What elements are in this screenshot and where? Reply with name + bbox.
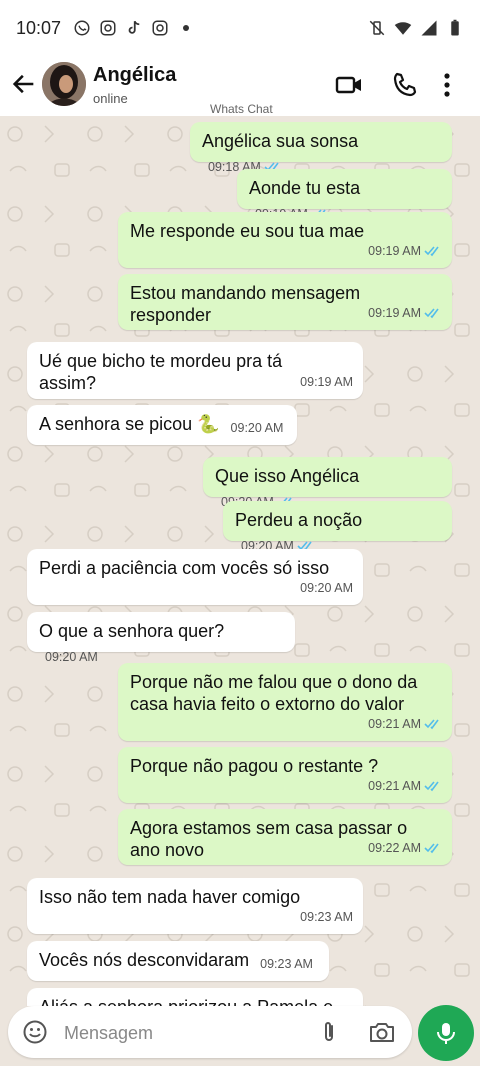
more-notifications-dot xyxy=(183,25,190,31)
message-text: A senhora se picou 🐍 xyxy=(39,414,220,434)
message-bubble-incoming[interactable]: Vocês nós desconvidaram 09:23 AM xyxy=(27,941,329,981)
message-bubble-incoming[interactable]: Ué que bicho te mordeu pra tá assim? 09:… xyxy=(27,342,363,399)
message-text: Vocês nós desconvidaram xyxy=(39,950,250,970)
wifi-icon xyxy=(394,22,412,35)
message-text: Angélica sua sonsa xyxy=(202,131,359,151)
message-meta: 09:21 AM xyxy=(368,775,442,797)
message-time: 09:20 AM xyxy=(230,421,284,435)
message-text: Ué que bicho te mordeu pra tá assim? xyxy=(39,351,283,393)
message-time: 09:20 AM xyxy=(45,650,98,664)
system-icons xyxy=(368,19,464,37)
emoji-icon[interactable] xyxy=(22,1019,48,1045)
message-meta: 09:21 AM xyxy=(368,713,442,735)
message-meta: 09:19 AM xyxy=(368,302,442,324)
message-bubble-incoming[interactable]: A senhora se picou 🐍 09:20 AM xyxy=(27,405,297,445)
contact-name[interactable]: Angélica xyxy=(93,64,176,87)
message-text: Perdeu a noção xyxy=(235,510,363,530)
more-options-icon[interactable] xyxy=(434,70,464,100)
back-arrow-icon[interactable] xyxy=(10,70,38,98)
message-time: 09:22 AM xyxy=(368,841,421,855)
message-time: 09:21 AM xyxy=(368,779,421,793)
message-time: 09:21 AM xyxy=(368,717,421,731)
read-receipt-icon xyxy=(424,246,439,257)
chat-messages[interactable]: Angélica sua sonsa 09:18 AM Aonde tu est… xyxy=(0,116,480,1006)
message-text: O que a senhora quer? xyxy=(39,621,225,641)
message-bubble-outgoing[interactable]: Angélica sua sonsa 09:18 AM xyxy=(190,122,452,174)
message-time: 09:20 AM xyxy=(300,581,353,595)
message-composer xyxy=(8,1006,412,1058)
avatar[interactable] xyxy=(42,62,86,106)
instagram-icon xyxy=(152,20,168,36)
message-time: 09:23 AM xyxy=(300,910,353,924)
message-bubble-outgoing[interactable]: Perdeu a noção 09:20 AM xyxy=(223,501,452,553)
message-input[interactable] xyxy=(62,1016,306,1050)
message-bubble-incoming[interactable]: Perdi a paciência com vocês só isso 09:2… xyxy=(27,549,363,605)
message-meta: 09:19 AM xyxy=(368,240,442,262)
message-bubble-outgoing[interactable]: Aonde tu esta 09:19 AM xyxy=(237,169,452,221)
vibrate-off-icon xyxy=(369,20,385,36)
message-bubble-incoming[interactable]: Isso não tem nada haver comigo 09:23 AM xyxy=(27,878,363,934)
signal-icon xyxy=(421,20,437,36)
paperclip-icon[interactable] xyxy=(316,1019,342,1045)
notification-icons xyxy=(73,19,190,37)
message-meta: 09:19 AM xyxy=(300,371,353,393)
message-meta: 09:20 AM xyxy=(45,646,98,668)
read-receipt-icon xyxy=(424,843,439,854)
tiktok-icon xyxy=(128,20,140,34)
message-time: 09:19 AM xyxy=(300,375,353,389)
whatsapp-icon xyxy=(74,20,90,36)
message-text: Que isso Angélica xyxy=(215,466,360,486)
message-bubble-incoming[interactable]: O que a senhora quer? 09:20 AM xyxy=(27,612,295,664)
message-text: Porque não pagou o restante ? xyxy=(130,756,379,776)
avatar-image xyxy=(42,62,86,106)
battery-icon xyxy=(451,19,459,36)
instagram-icon xyxy=(100,20,116,36)
status-bar: 10:07 xyxy=(0,0,480,56)
message-bubble-outgoing[interactable]: Me responde eu sou tua mae 09:19 AM xyxy=(118,212,452,268)
phone-call-icon[interactable] xyxy=(390,70,420,100)
message-bubble-outgoing[interactable]: Estou mandando mensagem responder 09:19 … xyxy=(118,274,452,330)
message-text: Aliás a senhora priorizou a Pamela e xyxy=(39,996,351,1006)
message-bubble-outgoing[interactable]: Que isso Angélica 09:20 AM xyxy=(203,457,452,509)
read-receipt-icon xyxy=(424,781,439,792)
voice-message-button[interactable] xyxy=(418,1005,474,1061)
message-bubble-outgoing[interactable]: Porque não pagou o restante ? 09:21 AM xyxy=(118,747,452,803)
read-receipt-icon xyxy=(424,308,439,319)
message-meta: 09:22 AM xyxy=(368,837,442,859)
read-receipt-icon xyxy=(424,719,439,730)
message-time: 09:19 AM xyxy=(368,306,421,320)
message-bubble-incoming[interactable]: Aliás a senhora priorizou a Pamela e xyxy=(27,988,363,1006)
message-text: Porque não me falou que o dono da casa h… xyxy=(130,672,418,714)
camera-icon[interactable] xyxy=(368,1019,396,1045)
app-watermark: Whats Chat xyxy=(210,102,273,116)
message-meta: 09:20 AM xyxy=(231,417,284,439)
message-meta: 09:23 AM xyxy=(260,953,313,975)
message-text: Isso não tem nada haver comigo xyxy=(39,887,301,907)
message-text: Estou mandando mensagem responder xyxy=(130,283,361,325)
message-text: Aonde tu esta xyxy=(249,178,361,198)
message-time: 09:19 AM xyxy=(368,244,421,258)
message-text: Perdi a paciência com vocês só isso xyxy=(39,558,330,578)
message-bubble-outgoing[interactable]: Porque não me falou que o dono da casa h… xyxy=(118,663,452,741)
message-meta: 09:20 AM xyxy=(300,577,353,599)
message-meta: 09:23 AM xyxy=(300,906,353,928)
message-time: 09:23 AM xyxy=(260,957,313,971)
video-call-icon[interactable] xyxy=(334,70,364,100)
contact-status: online xyxy=(93,91,128,106)
microphone-icon xyxy=(437,1023,455,1044)
message-text: Me responde eu sou tua mae xyxy=(130,221,365,241)
chat-header: Angélica online Whats Chat xyxy=(0,56,480,116)
message-bubble-outgoing[interactable]: Agora estamos sem casa passar o ano novo… xyxy=(118,809,452,865)
status-time: 10:07 xyxy=(16,17,62,38)
